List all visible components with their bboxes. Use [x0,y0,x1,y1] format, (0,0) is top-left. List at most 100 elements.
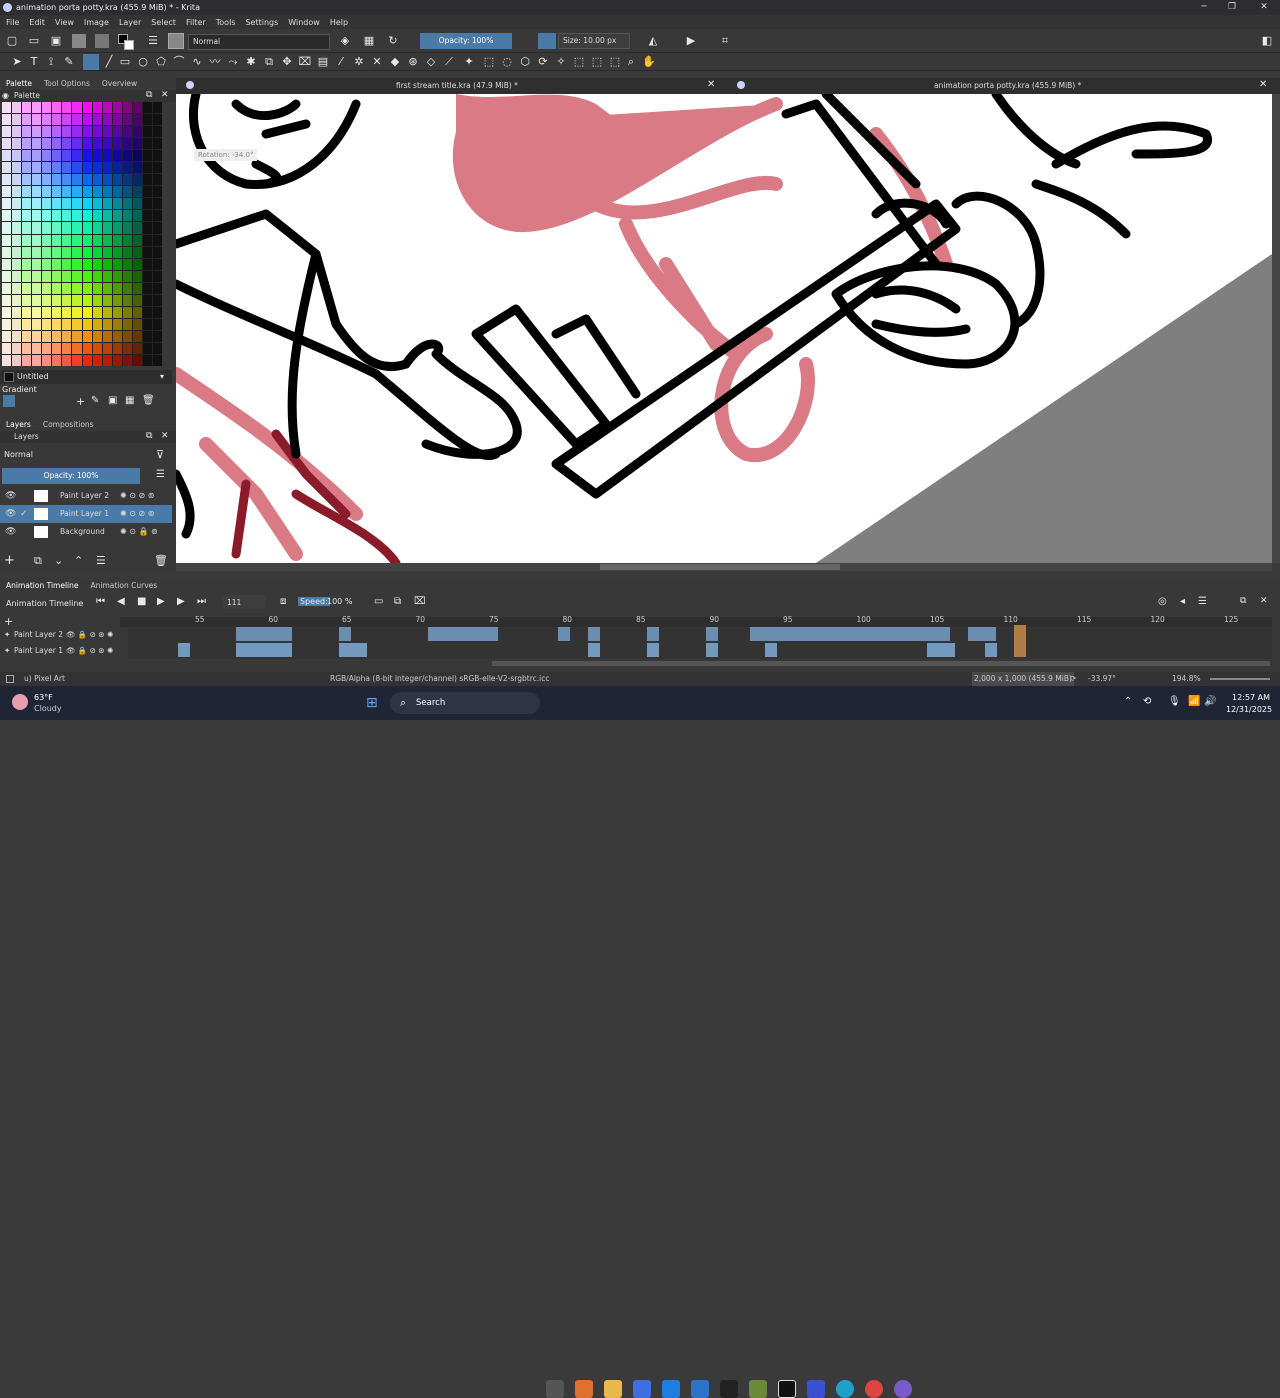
palette-swatch[interactable] [82,342,92,354]
palette-swatch[interactable] [122,234,132,246]
palette-swatch[interactable] [82,150,92,162]
next-frame-icon[interactable]: ▶ [177,596,185,607]
palette-swatch[interactable] [132,222,142,234]
palette-swatch[interactable] [102,198,112,210]
palette-swatch[interactable] [152,342,162,354]
palette-swatch[interactable] [62,222,72,234]
palette-swatch[interactable] [132,270,142,282]
brush-settings-icon[interactable]: ☰ [146,34,160,48]
palette-swatch[interactable] [72,354,82,366]
palette-swatch[interactable] [122,282,132,294]
keyframe-block[interactable] [236,643,292,657]
visibility-icon[interactable]: 👁 [5,523,16,541]
copilot-icon[interactable] [575,1380,593,1398]
palette-swatch[interactable] [92,102,102,114]
palette-swatch[interactable] [52,294,62,306]
palette-swatch[interactable] [112,174,122,186]
palette-swatch[interactable] [102,102,112,114]
palette-swatch[interactable] [62,318,72,330]
palette-swatch[interactable] [132,126,142,138]
palette-swatch[interactable] [102,186,112,198]
layer-menu-icon[interactable]: ☰ [156,469,165,480]
palette-swatch[interactable] [102,282,112,294]
palette-swatch[interactable] [62,306,72,318]
open-folder-icon[interactable]: ▭ [27,34,41,48]
palette-swatch[interactable] [22,246,32,258]
opacity-slider[interactable]: Opacity: 100% [420,33,512,49]
add-layer-icon[interactable]: + [4,553,15,568]
tab-palette[interactable]: Palette [6,79,32,88]
palette-swatch[interactable] [42,246,52,258]
palette-swatch[interactable] [22,234,32,246]
float-docker-icon[interactable]: ⧉ [146,90,152,100]
palette-swatch[interactable] [82,174,92,186]
palette-swatch[interactable] [12,354,22,366]
palette-swatch[interactable] [42,198,52,210]
clock-time[interactable]: 12:57 AM [1232,693,1270,702]
palette-swatch[interactable] [92,306,102,318]
doc-tab-title[interactable]: animation porta potty.kra (455.9 MiB) * [934,81,1081,90]
palette-swatch[interactable] [152,246,162,258]
palette-swatch[interactable] [132,210,142,222]
palette-swatch[interactable] [112,222,122,234]
palette-swatch[interactable] [2,174,12,186]
palette-swatch[interactable] [102,294,112,306]
rotate-icon[interactable]: ⟳ [1070,672,1076,686]
keyframe-block[interactable] [927,643,955,657]
palette-swatch[interactable] [32,342,42,354]
frame-settings-icon[interactable]: ⌧ [414,596,426,607]
line-tool-icon[interactable]: ╱ [102,55,116,69]
move-down-icon[interactable]: ⌄ [54,554,63,567]
palette-swatch[interactable] [42,342,52,354]
color-picker-icon[interactable]: ⁄ [334,55,348,69]
layers-blend-mode[interactable]: Normal [4,450,33,459]
palette-swatch[interactable] [132,306,142,318]
palette-swatch[interactable] [2,258,12,270]
edge-icon[interactable] [836,1380,854,1398]
bezier-select-icon[interactable]: ⬚ [590,55,604,69]
palette-swatch[interactable] [132,282,142,294]
task-view-icon[interactable] [546,1380,564,1398]
palette-swatch[interactable] [72,210,82,222]
palette-swatch[interactable] [62,246,72,258]
edit-icon[interactable]: ✎ [91,395,99,406]
close-tab-icon[interactable]: ✕ [1259,79,1267,90]
move-tool-icon[interactable]: ✥ [280,55,294,69]
enclose-fill-icon[interactable]: ⊛ [406,55,420,69]
tab-layers[interactable]: Layers [6,420,31,429]
keyframe-block[interactable] [428,627,498,641]
palette-swatch[interactable] [42,210,52,222]
palette-swatch[interactable] [122,246,132,258]
pattern-swatch[interactable] [95,34,109,48]
palette-swatch[interactable] [152,318,162,330]
palette-swatch[interactable] [152,186,162,198]
size-preset-swatch[interactable] [538,33,556,49]
palette-swatch[interactable] [122,354,132,366]
palette-swatch[interactable] [92,318,102,330]
freehand-brush-icon[interactable] [83,54,99,70]
palette-swatch[interactable] [142,126,152,138]
palette-swatch[interactable] [122,102,132,114]
keyframe-block[interactable] [706,643,718,657]
keyframe-block[interactable] [558,627,570,641]
palette-swatch[interactable] [92,186,102,198]
palette-swatch[interactable] [122,150,132,162]
palette-swatch[interactable] [112,258,122,270]
palette-swatch[interactable] [152,210,162,222]
palette-swatch[interactable] [32,102,42,114]
palette-swatch[interactable] [112,342,122,354]
palette-swatch[interactable] [52,138,62,150]
palette-swatch[interactable] [62,114,72,126]
palette-swatch[interactable] [22,330,32,342]
palette-swatch[interactable] [142,222,152,234]
palette-swatch[interactable] [32,126,42,138]
keyframe-block[interactable] [588,643,600,657]
palette-swatch[interactable] [12,330,22,342]
palette-swatch[interactable] [2,294,12,306]
last-frame-icon[interactable]: ⏭ [197,596,206,607]
palette-swatch[interactable] [142,198,152,210]
ellipse-tool-icon[interactable]: ○ [136,55,150,69]
palette-swatch[interactable] [72,282,82,294]
palette-swatch[interactable] [42,318,52,330]
dynamic-brush-icon[interactable]: ⤳ [226,55,240,69]
